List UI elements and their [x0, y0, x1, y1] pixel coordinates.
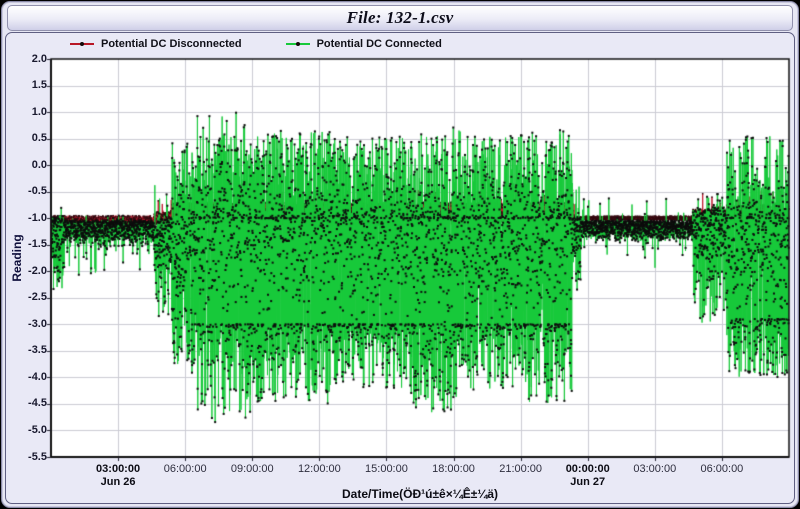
legend-marker-disconnected-icon [70, 43, 94, 45]
y-tick-label: -3.0 [6, 318, 47, 331]
title-bar: File: 132-1.csv [7, 5, 793, 31]
y-tick-label: 0.5 [6, 132, 47, 145]
x-axis-title: Date/Time(ÖÐ¹ú±ê×¼Ê±¼ä) [51, 487, 789, 501]
y-tick-label: -1.0 [6, 212, 47, 225]
app-window: File: 132-1.csv Potential DC Disconnecte… [1, 1, 799, 508]
chart-canvas[interactable] [43, 51, 797, 465]
y-tick-label: 0.0 [6, 159, 47, 172]
x-tick-label: 00:00:00 [552, 463, 624, 476]
y-tick-label: 2.0 [6, 53, 47, 66]
legend-marker-connected-icon [286, 43, 310, 45]
y-tick-label: -4.5 [6, 397, 47, 410]
y-tick-label: -1.5 [6, 238, 47, 251]
y-tick-label: -5.5 [6, 451, 47, 464]
legend-label-connected: Potential DC Connected [317, 38, 442, 50]
y-tick-label: -3.5 [6, 344, 47, 357]
x-tick-label: 09:00:00 [216, 463, 288, 476]
legend-label-disconnected: Potential DC Disconnected [101, 38, 242, 50]
y-tick-label: -2.5 [6, 291, 47, 304]
legend: Potential DC Disconnected Potential DC C… [70, 38, 442, 50]
legend-item-disconnected: Potential DC Disconnected [70, 38, 242, 50]
x-tick-label: 03:00:00 [619, 463, 691, 476]
legend-item-connected: Potential DC Connected [286, 38, 442, 50]
x-tick-label: 06:00:00 [149, 463, 221, 476]
x-tick-label: 15:00:00 [350, 463, 422, 476]
y-tick-label: -0.5 [6, 185, 47, 198]
y-tick-label: 1.0 [6, 106, 47, 119]
file-title: File: 132-1.csv [347, 8, 454, 28]
y-tick-label: -2.0 [6, 265, 47, 278]
y-axis-title: Reading [10, 228, 24, 288]
x-tick-label: 21:00:00 [485, 463, 557, 476]
chart-panel: Potential DC Disconnected Potential DC C… [5, 32, 795, 504]
x-tick-label: 12:00:00 [283, 463, 355, 476]
x-tick-label: 18:00:00 [418, 463, 490, 476]
y-tick-label: -5.0 [6, 424, 47, 437]
y-tick-label: -4.0 [6, 371, 47, 384]
x-tick-label: 03:00:00 [82, 463, 154, 476]
x-tick-label: 06:00:00 [686, 463, 758, 476]
y-tick-label: 1.5 [6, 79, 47, 92]
